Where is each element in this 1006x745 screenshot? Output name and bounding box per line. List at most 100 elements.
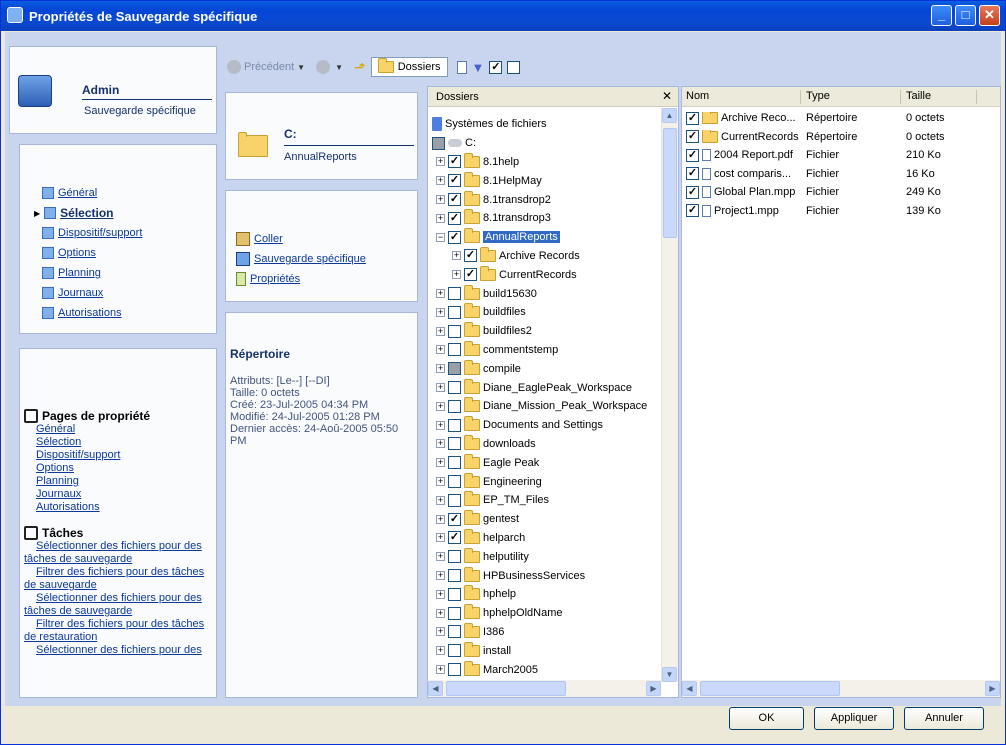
expand-icon[interactable]: + [436,195,445,205]
ok-button[interactable]: OK [729,707,804,730]
tree-item-checkbox[interactable] [448,381,461,395]
tree-item-checkbox[interactable]: ✓ [448,211,461,225]
expand-icon[interactable]: + [436,364,445,374]
tree-horizontal-scrollbar[interactable]: ◀ ▶ [428,680,661,697]
task-link[interactable]: Sélectionner des fichiers pour des tâche… [24,592,216,618]
tree-item[interactable]: + downloads [432,434,678,454]
file-row[interactable]: ✓ 2004 Report.pdf Fichier 210 Ko [686,146,1000,165]
scroll-left-arrow[interactable]: ◀ [682,681,697,696]
tree-item-checkbox[interactable] [448,324,461,338]
nav-item[interactable]: Autorisations [42,303,216,323]
tree-item[interactable]: + build15630 [432,284,678,303]
task-link[interactable]: Sélectionner des fichiers pour des tâche… [24,540,216,566]
nav-item[interactable]: Général [42,183,216,203]
tree-item-checkbox[interactable] [448,663,461,676]
tree-item-checkbox[interactable] [448,362,461,376]
scroll-thumb[interactable] [663,128,677,238]
folders-button[interactable]: Dossiers [370,57,448,77]
expand-icon[interactable]: + [436,646,445,656]
tree-item-checkbox[interactable] [448,418,461,432]
nav-item[interactable]: ▶ Sélection [34,203,216,223]
title-bar[interactable]: Propriétés de Sauvegarde spécifique _ □ … [1,1,1005,31]
tree-item-checkbox[interactable]: ✓ [448,531,461,545]
expand-icon[interactable]: + [436,627,445,637]
tree-item[interactable]: + ✓ CurrentRecords [432,265,678,284]
tree-item[interactable]: − ✓ AnnualReports [432,228,678,247]
tree-item[interactable]: + Eagle Peak [432,453,678,472]
tree-item[interactable]: + ✓ 8.1help [432,152,678,172]
file-checkbox[interactable]: ✓ [686,130,699,144]
tree-item-checkbox[interactable] [448,625,461,639]
task-link[interactable]: Filtrer des fichiers pour des tâches de … [24,618,216,644]
property-page-link[interactable]: Planning [36,475,216,488]
nav-item[interactable]: Dispositif/support [42,223,216,243]
column-divider[interactable] [900,90,901,104]
expand-icon[interactable]: + [436,213,445,223]
tree-item-checkbox[interactable] [448,343,461,357]
tree-item-checkbox[interactable] [448,287,461,301]
file-row[interactable]: ✓ Global Plan.mpp Fichier 249 Ko [686,183,1000,202]
collapse-icon[interactable]: − [436,232,445,242]
tree-item-checkbox[interactable] [448,493,461,507]
tree-item[interactable]: + ✓ 8.1transdrop3 [432,209,678,228]
back-button[interactable]: Précédent ▼ [227,60,305,74]
expand-icon[interactable]: + [452,251,461,261]
filter-icon[interactable]: ▼ [472,60,485,75]
tree-item-checkbox[interactable] [448,644,461,658]
column-divider[interactable] [800,90,801,104]
column-name[interactable]: Nom [686,90,709,102]
tree-item[interactable]: + buildfiles [432,303,678,322]
nav-item[interactable]: Journaux [42,283,216,303]
property-page-link[interactable]: Sélection [36,436,216,449]
check-all-checkbox[interactable]: ✓ [489,60,503,74]
expand-icon[interactable]: + [436,326,445,336]
tree-item-checkbox[interactable]: ✓ [448,174,461,188]
file-row[interactable]: ✓ cost comparis... Fichier 16 Ko [686,165,1000,184]
forward-button[interactable] [316,60,331,74]
tree-item[interactable]: + Diane_EaglePeak_Workspace [432,378,678,397]
tree-item-checkbox[interactable] [448,606,461,620]
expand-icon[interactable]: + [436,420,445,430]
nav-item[interactable]: Options [42,243,216,263]
tree-item[interactable]: + Documents and Settings [432,416,678,435]
nav-item[interactable]: Planning [42,263,216,283]
column-size[interactable]: Taille [906,90,931,102]
backup-action[interactable]: Sauvegarde spécifique [236,249,417,269]
tree-item[interactable]: + HPBusinessServices [432,566,678,585]
tree-item-checkbox[interactable] [448,569,461,583]
tree-root[interactable]: Systèmes de fichiers [432,115,678,134]
paste-action[interactable]: Coller [236,229,417,249]
tree-item[interactable]: + helputility [432,547,678,566]
tree-item-checkbox[interactable]: ✓ [448,193,461,207]
file-checkbox[interactable]: ✓ [686,148,699,162]
file-row[interactable]: ✓ Archive Reco... Répertoire 0 octets [686,109,1000,128]
file-row[interactable]: ✓ CurrentRecords Répertoire 0 octets [686,128,1000,147]
tree-vertical-scrollbar[interactable]: ▲ ▼ [661,108,678,682]
tree-item-checkbox[interactable]: ✓ [464,249,477,263]
scroll-right-arrow[interactable]: ▶ [646,681,661,696]
scroll-thumb[interactable] [446,681,566,696]
expand-icon[interactable]: + [436,477,445,487]
tree-item-checkbox[interactable] [448,437,461,451]
file-checkbox[interactable]: ✓ [686,204,699,218]
new-document-icon[interactable] [456,60,467,74]
scroll-up-arrow[interactable]: ▲ [662,108,677,123]
property-page-link[interactable]: Autorisations [36,501,216,514]
tree-item[interactable]: + commentstemp [432,340,678,360]
close-button[interactable]: ✕ [979,5,1000,26]
tree-item[interactable]: + ✓ 8.1transdrop2 [432,190,678,209]
file-checkbox[interactable]: ✓ [686,167,699,181]
properties-action[interactable]: Propriétés [236,269,417,289]
expand-icon[interactable]: + [436,533,445,543]
tree-item[interactable]: + Engineering [432,472,678,491]
expand-icon[interactable]: + [436,345,445,355]
maximize-button[interactable]: □ [955,5,976,26]
property-page-link[interactable]: Journaux [36,488,216,501]
tree-item[interactable]: + ✓ 8.1HelpMay [432,171,678,190]
apply-button[interactable]: Appliquer [814,707,894,730]
expand-icon[interactable]: + [436,307,445,317]
tree-item[interactable]: + March2005 [432,660,678,679]
tree-item-checkbox[interactable]: ✓ [448,155,461,169]
tree-drive[interactable]: C: [432,134,678,153]
column-type[interactable]: Type [806,90,830,102]
